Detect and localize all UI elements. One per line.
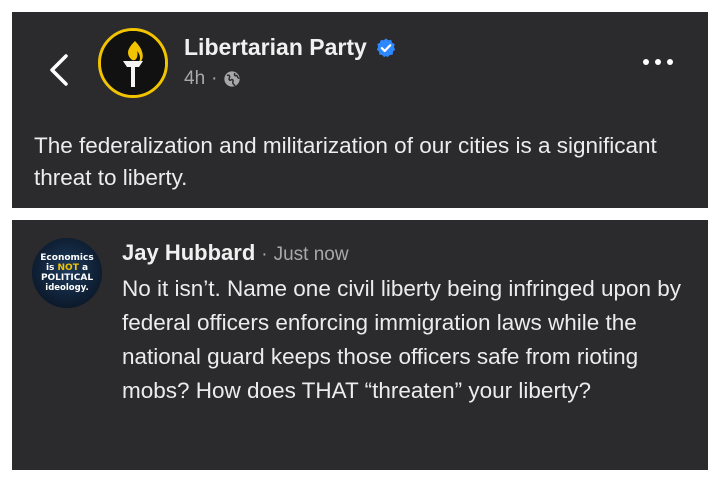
- avatar-line-3: POLITICAL: [40, 273, 94, 283]
- avatar-line-2-post: a: [78, 263, 89, 273]
- page-avatar[interactable]: [98, 28, 168, 98]
- avatar-line-2-pre: is: [45, 263, 58, 273]
- commenter-name[interactable]: Jay Hubbard: [122, 240, 255, 266]
- post-card: Libertarian Party 4h · The federalizatio…: [12, 12, 708, 208]
- chevron-left-icon: [50, 54, 68, 86]
- avatar-line-2-accent: NOT: [57, 263, 79, 273]
- commenter-avatar[interactable]: Economics is NOT a POLITICAL ideology.: [32, 238, 102, 308]
- comment-text: No it isn’t. Name one civil liberty bein…: [122, 276, 682, 403]
- comment-time: Just now: [273, 244, 349, 265]
- avatar-line-1: Economics: [40, 253, 94, 263]
- more-horizontal-icon: [643, 59, 673, 65]
- post-time[interactable]: 4h: [184, 68, 205, 90]
- post-text: The federalization and militarization of…: [34, 133, 657, 190]
- page-name-row: Libertarian Party: [184, 34, 397, 61]
- torch-logo: [101, 31, 165, 95]
- avatar-line-2: is NOT a: [46, 263, 88, 273]
- globe-icon: [223, 70, 241, 88]
- back-button[interactable]: [42, 50, 74, 90]
- comment-separator: ·: [261, 244, 268, 265]
- comment-header: Jay Hubbard · Just now: [122, 240, 349, 266]
- avatar-line-4: ideology.: [45, 283, 89, 293]
- post-meta: 4h ·: [184, 68, 241, 90]
- meta-separator: ·: [211, 68, 218, 89]
- avatar-slogan: Economics is NOT a POLITICAL ideology.: [32, 238, 102, 308]
- comment-card: Economics is NOT a POLITICAL ideology. J…: [12, 220, 708, 470]
- verified-badge-icon: [375, 37, 397, 59]
- more-options-button[interactable]: [640, 52, 676, 72]
- page-name[interactable]: Libertarian Party: [184, 34, 367, 61]
